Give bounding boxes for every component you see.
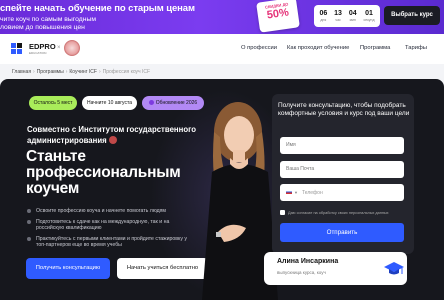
expert-name: Алина Инсаркина <box>277 258 339 265</box>
update-dot-icon <box>148 99 154 105</box>
countdown-timer: 06 дня 13 час 04 мин 01 секунд <box>314 5 380 27</box>
expert-role: выпускница курса, коуч <box>277 270 326 275</box>
breadcrumb-coaching[interactable]: Коучинг ICF <box>69 69 97 75</box>
timer-days-value: 06 <box>319 9 328 17</box>
submit-button[interactable]: Отправить <box>280 223 404 242</box>
partner-separator: × <box>57 45 61 51</box>
promo-subtext-line1: чите коуч по самым выгодным <box>0 16 97 23</box>
get-consultation-button[interactable]: Получить консультацию <box>26 258 110 279</box>
consent-checkbox[interactable] <box>280 210 285 215</box>
timer-seconds-value: 01 <box>365 9 373 17</box>
seats-left-badge: Осталось 5 мест <box>29 96 77 110</box>
benefits-list: Освоите профессию коуча и начнете помога… <box>27 208 197 253</box>
timer-days-label: дня <box>320 17 327 22</box>
name-field[interactable] <box>280 137 404 154</box>
breadcrumb-current: Профессия коуч ICF <box>102 69 151 75</box>
breadcrumb-home[interactable]: Главная <box>12 69 31 75</box>
partner-caption: Совместно с Институтом государственного … <box>27 124 217 146</box>
benefit-item: Освоите профессию коуча и начнете помога… <box>27 208 197 215</box>
benefit-item: Подготовитесь к сдаче как на международн… <box>27 219 197 232</box>
consent-checkbox-row[interactable]: Даю согласие на обработку своих персонал… <box>280 210 408 216</box>
graduation-cap-icon <box>384 262 404 275</box>
breadcrumb-separator: › <box>98 69 101 75</box>
timer-minutes-value: 04 <box>348 9 357 17</box>
timer-minutes-label: мин <box>349 17 356 22</box>
timer-hours: 13 час <box>334 10 342 23</box>
nav-how-learning[interactable]: Как проходит обучение <box>287 45 349 51</box>
edpro-logo-icon[interactable] <box>11 43 27 54</box>
breadcrumb: Главная › Программы › Коучинг ICF › Профессия … <box>12 69 150 75</box>
chevron-down-icon[interactable]: ▼ <box>294 184 298 201</box>
timer-seconds: 01 секунд <box>364 10 375 23</box>
logo-text[interactable]: EDPRO <box>29 43 56 51</box>
promo-headline: спейте начать обучение по старым ценам <box>0 3 195 14</box>
nav-program[interactable]: Программа <box>360 45 390 51</box>
hero-headline: Станьте профессиональным коучем <box>26 148 181 197</box>
promo-subtext-line2: ловием до повышения цен <box>0 24 85 31</box>
nav-pricing[interactable]: Тарифы <box>405 45 427 51</box>
partner-emblem-icon <box>64 40 80 56</box>
timer-seconds-label: секунд <box>363 17 375 22</box>
timer-hours-value: 13 <box>334 9 342 17</box>
phone-placeholder: Телефон <box>301 190 323 196</box>
promo-subtext: чите коуч по самым выгодным ловием до по… <box>0 16 120 32</box>
phone-field[interactable]: ▼ Телефон <box>280 184 404 201</box>
flag-icon[interactable] <box>286 190 292 194</box>
logo-subtitle: EDUCATION <box>29 51 47 55</box>
start-date-badge: Начните 10 августа <box>82 96 137 110</box>
consent-text: Даю согласие на обработку своих персонал… <box>288 211 389 215</box>
benefit-item: Практикуйтесь с первыми клиентами и прой… <box>27 236 197 249</box>
promo-banner: спейте начать обучение по старым ценам ч… <box>0 0 444 34</box>
form-title: Получите консультацию, чтобы подобрать к… <box>278 102 410 117</box>
institute-seal-icon <box>108 136 117 144</box>
timer-hours-label: час <box>335 17 341 22</box>
email-field[interactable] <box>280 161 404 178</box>
timer-days: 06 дня <box>319 10 327 23</box>
breadcrumb-separator: › <box>33 69 35 75</box>
timer-minutes: 04 мин <box>349 10 357 23</box>
discount-tag: СКИДКИ ДО 50% <box>256 0 300 33</box>
nav-about-profession[interactable]: О профессии <box>241 45 277 51</box>
landing-page: спейте начать обучение по старым ценам ч… <box>0 0 444 300</box>
choose-course-button[interactable]: Выбрать курс <box>384 6 440 25</box>
breadcrumb-programs[interactable]: Программы <box>37 69 64 75</box>
breadcrumb-separator: › <box>65 69 68 75</box>
